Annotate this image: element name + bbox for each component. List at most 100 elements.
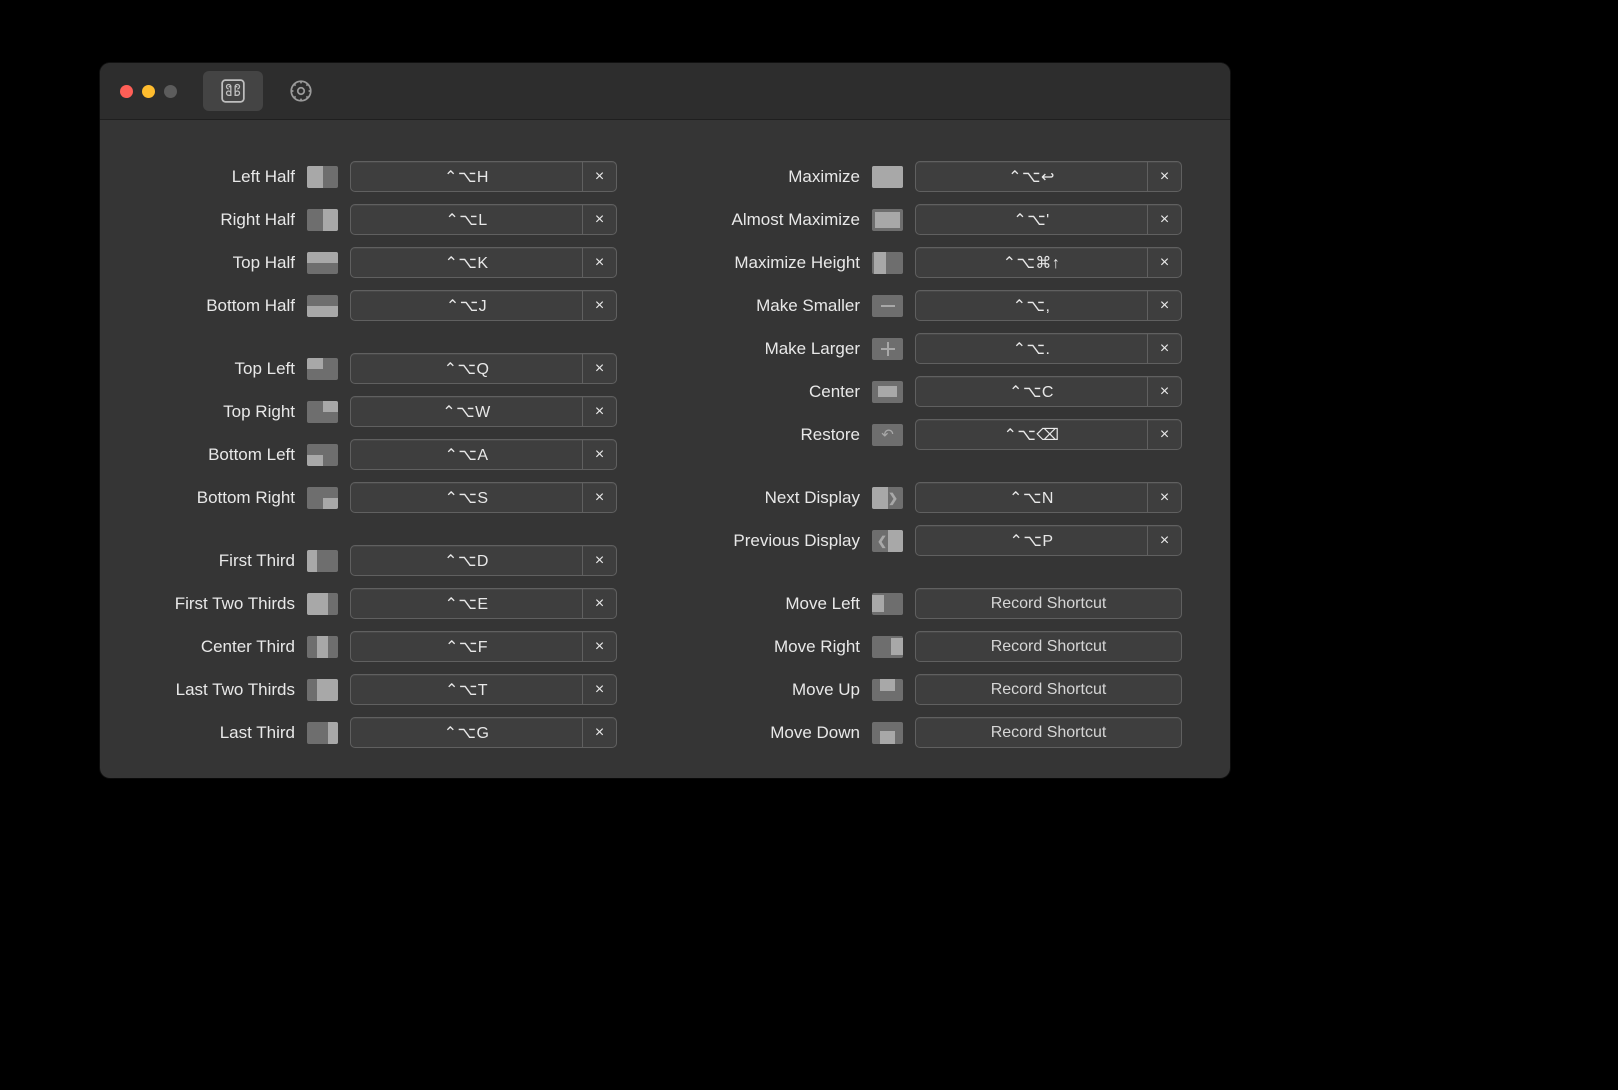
label-move-right: Move Right <box>685 637 860 657</box>
clear-shortcut-button[interactable]: × <box>582 397 616 426</box>
shortcut-text: ⌃⌥D <box>351 551 582 571</box>
shortcut-text: ⌃⌥C <box>916 382 1147 402</box>
shortcut-field-bottom-right[interactable]: ⌃⌥S× <box>350 482 617 513</box>
position-icon-prev-display <box>872 530 903 552</box>
label-bottom-right: Bottom Right <box>120 488 295 508</box>
position-icon-move-left <box>872 593 903 615</box>
clear-shortcut-button[interactable]: × <box>582 718 616 747</box>
shortcut-field-first-third[interactable]: ⌃⌥D× <box>350 545 617 576</box>
shortcut-field-left-half[interactable]: ⌃⌥H× <box>350 161 617 192</box>
shortcut-field-make-smaller[interactable]: ⌃⌥,× <box>915 290 1182 321</box>
shortcut-field-last-third[interactable]: ⌃⌥G× <box>350 717 617 748</box>
shortcut-text: ⌃⌥T <box>351 680 582 700</box>
shortcut-field-almost-maximize[interactable]: ⌃⌥'× <box>915 204 1182 235</box>
record-shortcut-button-move-down[interactable]: Record Shortcut <box>915 717 1182 748</box>
position-icon-move-down <box>872 722 903 744</box>
position-icon-full <box>872 166 903 188</box>
shortcut-field-next-display[interactable]: ⌃⌥N× <box>915 482 1182 513</box>
position-icon-center <box>872 381 903 403</box>
shortcut-field-top-right[interactable]: ⌃⌥W× <box>350 396 617 427</box>
clear-shortcut-button[interactable]: × <box>1147 483 1181 512</box>
shortcut-text: ⌃⌥. <box>916 339 1147 359</box>
clear-shortcut-button[interactable]: × <box>1147 248 1181 277</box>
group: Left Half⌃⌥H×Right Half⌃⌥L×Top Half⌃⌥K×B… <box>120 160 645 322</box>
clear-shortcut-button[interactable]: × <box>582 440 616 469</box>
row-restore: Restore⌃⌥⌫× <box>685 418 1210 451</box>
label-move-up: Move Up <box>685 680 860 700</box>
close-button[interactable] <box>120 85 133 98</box>
row-move-right: Move Right Record Shortcut <box>685 630 1210 663</box>
shortcut-text: ⌃⌥Q <box>351 359 582 379</box>
clear-shortcut-button[interactable]: × <box>582 589 616 618</box>
row-center: Center⌃⌥C× <box>685 375 1210 408</box>
shortcut-field-maximize-height[interactable]: ⌃⌥⌘↑× <box>915 247 1182 278</box>
shortcut-field-center[interactable]: ⌃⌥C× <box>915 376 1182 407</box>
clear-shortcut-button[interactable]: × <box>1147 291 1181 320</box>
clear-shortcut-button[interactable]: × <box>1147 377 1181 406</box>
position-icon-bottom-half <box>307 295 338 317</box>
label-bottom-left: Bottom Left <box>120 445 295 465</box>
clear-shortcut-button[interactable]: × <box>582 205 616 234</box>
shortcut-field-center-third[interactable]: ⌃⌥F× <box>350 631 617 662</box>
content: Left Half⌃⌥H×Right Half⌃⌥L×Top Half⌃⌥K×B… <box>100 120 1230 769</box>
row-first-third: First Third⌃⌥D× <box>120 544 645 577</box>
record-shortcut-button-move-up[interactable]: Record Shortcut <box>915 674 1182 705</box>
shortcut-field-make-larger[interactable]: ⌃⌥.× <box>915 333 1182 364</box>
zoom-button[interactable] <box>164 85 177 98</box>
clear-shortcut-button[interactable]: × <box>582 632 616 661</box>
row-last-third: Last Third⌃⌥G× <box>120 716 645 749</box>
clear-shortcut-button[interactable]: × <box>582 354 616 383</box>
row-previous-display: Previous Display⌃⌥P× <box>685 524 1210 557</box>
label-maximize: Maximize <box>685 167 860 187</box>
position-icon-make-larger <box>872 338 903 360</box>
shortcut-field-bottom-half[interactable]: ⌃⌥J× <box>350 290 617 321</box>
tab-shortcuts[interactable] <box>203 71 263 111</box>
clear-shortcut-button[interactable]: × <box>1147 526 1181 555</box>
position-icon-move-up <box>872 679 903 701</box>
clear-shortcut-button[interactable]: × <box>1147 334 1181 363</box>
position-icon-first-third <box>307 550 338 572</box>
shortcut-field-top-half[interactable]: ⌃⌥K× <box>350 247 617 278</box>
clear-shortcut-button[interactable]: × <box>582 675 616 704</box>
position-icon-move-right <box>872 636 903 658</box>
shortcut-field-right-half[interactable]: ⌃⌥L× <box>350 204 617 235</box>
clear-shortcut-button[interactable]: × <box>582 248 616 277</box>
clear-shortcut-button[interactable]: × <box>582 291 616 320</box>
minimize-button[interactable] <box>142 85 155 98</box>
position-icon-left-half <box>307 166 338 188</box>
shortcut-field-restore[interactable]: ⌃⌥⌫× <box>915 419 1182 450</box>
shortcut-field-bottom-left[interactable]: ⌃⌥A× <box>350 439 617 470</box>
clear-shortcut-button[interactable]: × <box>1147 420 1181 449</box>
record-shortcut-button-move-left[interactable]: Record Shortcut <box>915 588 1182 619</box>
label-center-third: Center Third <box>120 637 295 657</box>
row-make-smaller: Make Smaller⌃⌥,× <box>685 289 1210 322</box>
shortcut-field-previous-display[interactable]: ⌃⌥P× <box>915 525 1182 556</box>
shortcut-field-first-two-thirds[interactable]: ⌃⌥E× <box>350 588 617 619</box>
shortcut-field-maximize[interactable]: ⌃⌥↩× <box>915 161 1182 192</box>
shortcut-text: ⌃⌥P <box>916 531 1147 551</box>
shortcut-field-top-left[interactable]: ⌃⌥Q× <box>350 353 617 384</box>
position-icon-right-half <box>307 209 338 231</box>
position-icon-last-third <box>307 722 338 744</box>
label-top-right: Top Right <box>120 402 295 422</box>
label-last-two-thirds: Last Two Thirds <box>120 680 295 700</box>
row-move-down: Move DownRecord Shortcut <box>685 716 1210 749</box>
titlebar <box>100 63 1230 120</box>
position-icon-restore <box>872 424 903 446</box>
shortcut-text: ⌃⌥' <box>916 210 1147 230</box>
clear-shortcut-button[interactable]: × <box>1147 162 1181 191</box>
row-bottom-right: Bottom Right ⌃⌥S× <box>120 481 645 514</box>
row-first-two-thirds: First Two Thirds⌃⌥E× <box>120 587 645 620</box>
row-move-up: Move Up Record Shortcut <box>685 673 1210 706</box>
row-bottom-left: Bottom Left ⌃⌥A× <box>120 438 645 471</box>
clear-shortcut-button[interactable]: × <box>582 483 616 512</box>
clear-shortcut-button[interactable]: × <box>582 162 616 191</box>
shortcut-text: ⌃⌥K <box>351 253 582 273</box>
record-shortcut-button-move-right[interactable]: Record Shortcut <box>915 631 1182 662</box>
shortcut-text: ⌃⌥F <box>351 637 582 657</box>
row-right-half: Right Half⌃⌥L× <box>120 203 645 236</box>
tab-settings[interactable] <box>271 71 331 111</box>
shortcut-field-last-two-thirds[interactable]: ⌃⌥T× <box>350 674 617 705</box>
clear-shortcut-button[interactable]: × <box>582 546 616 575</box>
clear-shortcut-button[interactable]: × <box>1147 205 1181 234</box>
